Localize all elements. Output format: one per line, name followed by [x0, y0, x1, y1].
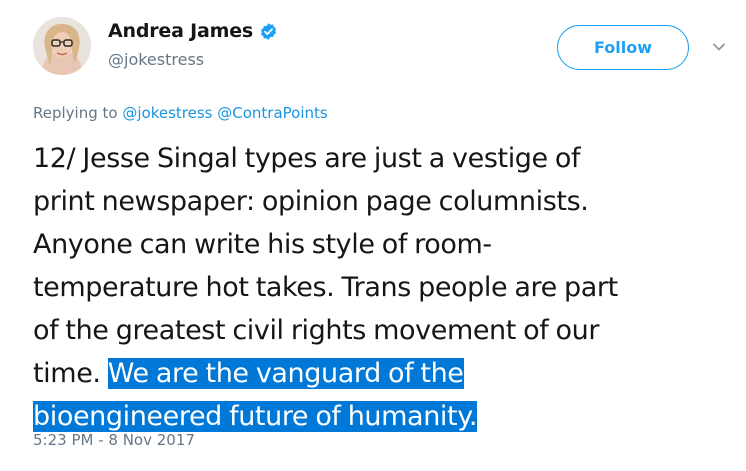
- reply-context: Replying to @jokestress @ContraPoints: [33, 104, 328, 122]
- author-display-name[interactable]: Andrea James: [108, 20, 253, 42]
- tweet-line: print newspaper: opinion page columnists…: [33, 186, 589, 217]
- verified-badge-icon: [259, 22, 278, 41]
- tweet-line: temperature hot takes. Trans people are …: [33, 272, 618, 303]
- author-name-row[interactable]: Andrea James: [108, 20, 278, 42]
- reply-mention-contrapoints[interactable]: @ContraPoints: [217, 104, 327, 122]
- reply-mention-jokestress[interactable]: @jokestress: [122, 104, 212, 122]
- tweet-timestamp[interactable]: 5:23 PM - 8 Nov 2017: [33, 431, 195, 449]
- chevron-down-icon[interactable]: [712, 40, 726, 54]
- follow-button[interactable]: Follow: [557, 25, 689, 70]
- avatar[interactable]: [33, 17, 91, 75]
- tweet-text: 12/ Jesse Singal types are just a vestig…: [33, 137, 733, 438]
- tweet-line: 12/ Jesse Singal types are just a vestig…: [33, 143, 581, 174]
- tweet-line: Anyone can write his style of room-: [33, 229, 492, 260]
- tweet-text-plain: time.: [33, 358, 108, 389]
- selected-text: bioengineered future of humanity.: [33, 401, 478, 432]
- reply-prefix: Replying to: [33, 104, 118, 122]
- author-handle[interactable]: @jokestress: [108, 50, 204, 69]
- profile-photo: [33, 17, 91, 75]
- selected-text: We are the vanguard of the: [107, 358, 464, 389]
- tweet-line: time. We are the vanguard of the: [33, 352, 733, 395]
- tweet-line: of the greatest civil rights movement of…: [33, 315, 600, 346]
